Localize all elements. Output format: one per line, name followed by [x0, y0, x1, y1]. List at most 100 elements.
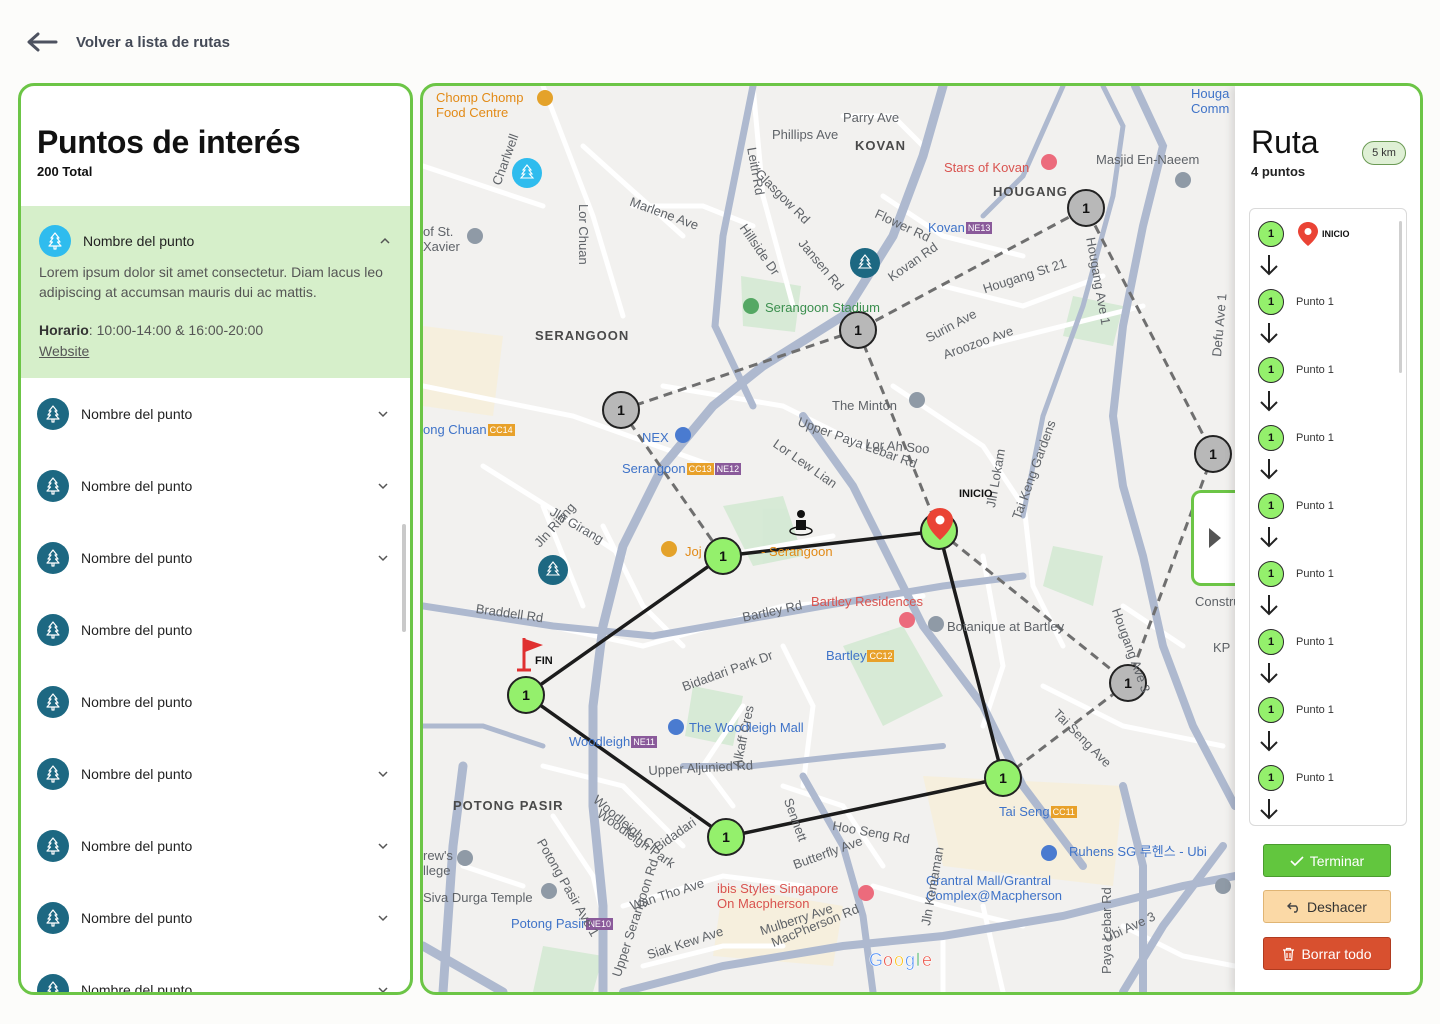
- chevron-down-icon[interactable]: [376, 479, 390, 493]
- chevron-down-icon[interactable]: [376, 407, 390, 421]
- finish-button[interactable]: Terminar: [1263, 844, 1391, 877]
- google-logo-letter: g: [905, 950, 915, 970]
- route-title: Ruta: [1251, 124, 1319, 160]
- undo-icon: [1287, 902, 1299, 913]
- route-step[interactable]: 1 Punto 1: [1258, 425, 1334, 451]
- route-node-inactive[interactable]: 1: [1067, 189, 1105, 227]
- map-label-text: Joj: [685, 544, 702, 559]
- route-node-number: 1: [719, 548, 727, 564]
- map-label: Parry Ave: [843, 110, 899, 125]
- map-label: - Serangoon: [761, 544, 833, 559]
- tree-icon: [37, 902, 69, 934]
- clear-all-button[interactable]: Borrar todo: [1263, 937, 1391, 970]
- route-step-start[interactable]: 1 INICIO: [1258, 221, 1350, 247]
- chevron-down-icon[interactable]: [376, 983, 390, 995]
- map-label-text: Parry Ave: [843, 110, 900, 125]
- route-step[interactable]: 1 Punto 1: [1258, 629, 1334, 655]
- poi-item[interactable]: Nombre del punto: [21, 810, 410, 882]
- route-node-number: 1: [522, 687, 530, 703]
- google-logo-letter: e: [922, 950, 932, 970]
- route-node-active[interactable]: 1: [704, 537, 742, 575]
- poi-hours-value: : 10:00-14:00 & 16:00-20:00: [88, 322, 264, 338]
- map-label: POTONG PASIR: [453, 798, 563, 813]
- map-label: KOVAN: [855, 138, 906, 153]
- route-step[interactable]: 1 Punto 1: [1258, 357, 1334, 383]
- poi-item-expanded[interactable]: Nombre del punto Lorem ipsum dolor sit a…: [21, 206, 410, 378]
- station-code-badge: NE11: [631, 736, 658, 748]
- tree-icon: [37, 758, 69, 790]
- poi-item[interactable]: Nombre del punto: [21, 666, 410, 738]
- map-label-text: Paya Lebar Rd: [1099, 887, 1114, 974]
- route-panel-toggle[interactable]: [1191, 490, 1235, 586]
- route-step[interactable]: 1 Punto 1: [1258, 561, 1334, 587]
- google-logo-letter: o: [894, 950, 904, 970]
- map-label: Botanique at Bartley: [947, 619, 1064, 634]
- route-node-active[interactable]: 1: [984, 759, 1022, 797]
- route-step[interactable]: 1 Punto 1: [1258, 697, 1334, 723]
- back-link[interactable]: Volver a lista de rutas: [26, 28, 230, 56]
- map-label: Phillips Ave: [772, 127, 838, 142]
- poi-item[interactable]: Nombre del punto: [21, 882, 410, 954]
- route-scrollbar[interactable]: [1399, 221, 1402, 373]
- poi-item-name: Nombre del punto: [81, 766, 193, 782]
- poi-item-name: Nombre del punto: [81, 550, 193, 566]
- route-node-active[interactable]: 1: [507, 676, 545, 714]
- chevron-down-icon[interactable]: [376, 839, 390, 853]
- map-label-text: Constru: [1195, 594, 1241, 609]
- map-label-text: Kovan: [928, 220, 965, 235]
- location-pin-icon: [1298, 222, 1318, 246]
- poi-website-link[interactable]: Website: [39, 343, 89, 359]
- chevron-down-icon[interactable]: [376, 551, 390, 565]
- arrow-down-icon: [1258, 457, 1280, 481]
- poi-hours: Horario: 10:00-14:00 & 16:00-20:00: [39, 322, 263, 338]
- route-steps: 1 INICIO 1 Punto 1 1 Punto 1 1 Punto 1 1 Punto …: [1249, 208, 1407, 826]
- google-logo-letter: G: [869, 950, 883, 970]
- map-label-text: rew's llege: [423, 848, 453, 878]
- poi-item[interactable]: Nombre del punto: [21, 522, 410, 594]
- route-node-active[interactable]: 1: [707, 818, 745, 856]
- chevron-down-icon[interactable]: [376, 767, 390, 781]
- poi-item[interactable]: Nombre del punto: [21, 450, 410, 522]
- map-label: NEX: [642, 430, 669, 445]
- route-step[interactable]: 1 Punto 1: [1258, 493, 1334, 519]
- google-logo: Google: [869, 950, 933, 971]
- map-label-text: POTONG PASIR: [453, 798, 564, 813]
- google-logo-letter: l: [916, 950, 920, 970]
- map-label: Masjid En-Naeem: [1096, 152, 1199, 167]
- map-label-text: Potong Pasir: [511, 916, 586, 931]
- route-step[interactable]: 1 Punto 1: [1258, 289, 1334, 315]
- poi-item[interactable]: Nombre del punto: [21, 738, 410, 810]
- poi-scrollbar[interactable]: [402, 524, 406, 632]
- station-code-badge: CC14: [487, 424, 515, 436]
- step-label: Punto 1: [1296, 500, 1334, 512]
- chevron-up-icon[interactable]: [378, 234, 392, 248]
- arrow-down-icon: [1258, 525, 1280, 549]
- route-node-inactive[interactable]: 1: [602, 391, 640, 429]
- chevron-down-icon[interactable]: [376, 911, 390, 925]
- route-step[interactable]: 1 Punto 1: [1258, 765, 1334, 791]
- poi-item[interactable]: Nombre del punto: [21, 594, 410, 666]
- tree-icon: [37, 614, 69, 646]
- route-node-inactive[interactable]: 1: [839, 311, 877, 349]
- poi-item-name: Nombre del punto: [81, 838, 193, 854]
- map-label-text: SERANGOON: [535, 328, 630, 343]
- map-label-text: of St. Xavier: [423, 224, 460, 254]
- map-label: Stars of Kovan: [944, 160, 1029, 175]
- poi-item-name: Nombre del punto: [81, 478, 193, 494]
- undo-button[interactable]: Deshacer: [1263, 890, 1391, 923]
- station-code-badge: NE13: [965, 222, 993, 234]
- poi-panel: Puntos de interés 200 Total Nombre del p…: [18, 83, 413, 995]
- google-logo-letter: o: [883, 950, 893, 970]
- route-node-number: 1: [722, 829, 730, 845]
- map-label-text: NEX: [642, 430, 669, 445]
- poi-item[interactable]: Nombre del punto: [21, 378, 410, 450]
- clear-all-button-label: Borrar todo: [1301, 945, 1372, 962]
- tree-icon: [39, 225, 71, 257]
- poi-item[interactable]: Nombre del punto: [21, 954, 410, 995]
- arrow-down-icon: [1258, 661, 1280, 685]
- route-node-inactive[interactable]: 1: [1194, 435, 1232, 473]
- map-label: Chomp Chomp Food Centre: [436, 90, 523, 120]
- map-label-text: Phillips Ave: [772, 127, 839, 142]
- map-label-text: KP: [1213, 640, 1231, 655]
- map-label-text: Chomp Chomp Food Centre: [436, 90, 524, 120]
